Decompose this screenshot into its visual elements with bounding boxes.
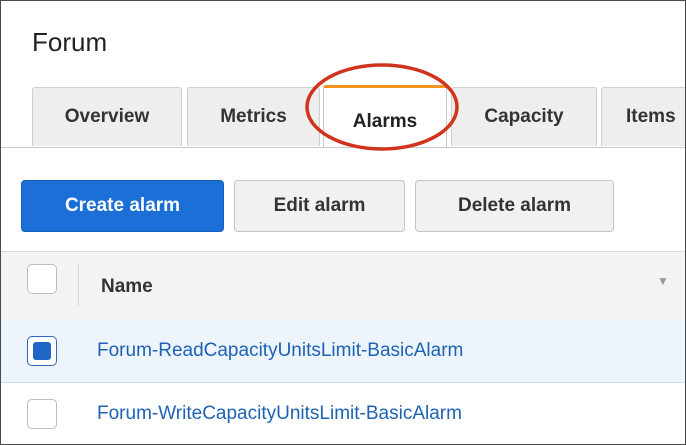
column-divider [78, 264, 79, 306]
table-row[interactable]: Forum-ReadCapacityUnitsLimit-BasicAlarm [1, 320, 685, 383]
page-title: Forum [32, 27, 108, 57]
create-alarm-button[interactable]: Create alarm [21, 180, 224, 232]
dynamodb-table-panel: Forum Overview Metrics Items Capacity Al… [0, 0, 686, 445]
alarm-name-link[interactable]: Forum-WriteCapacityUnitsLimit-BasicAlarm [97, 403, 462, 425]
column-header-name[interactable]: Name [101, 276, 153, 298]
tab-capacity[interactable]: Capacity [451, 87, 597, 146]
sort-caret-icon[interactable]: ▼ [657, 274, 669, 288]
alarm-name-link[interactable]: Forum-ReadCapacityUnitsLimit-BasicAlarm [97, 340, 463, 362]
tab-metrics[interactable]: Metrics [187, 87, 320, 146]
tab-label: Capacity [484, 106, 564, 127]
tab-label: Alarms [352, 110, 418, 132]
tab-overview[interactable]: Overview [32, 87, 182, 146]
tab-items[interactable]: Items [601, 87, 685, 146]
table-row[interactable]: Forum-WriteCapacityUnitsLimit-BasicAlarm [1, 383, 685, 444]
tab-label: Items [626, 106, 676, 127]
tab-label: Overview [64, 106, 150, 127]
tab-label: Metrics [220, 106, 287, 127]
tab-bar: Overview Metrics Items Capacity Alarms [1, 85, 685, 148]
table-header: Name ▼ [1, 251, 685, 321]
delete-alarm-button[interactable]: Delete alarm [415, 180, 614, 232]
tab-alarms[interactable]: Alarms [323, 85, 447, 147]
row-checkbox[interactable] [27, 336, 57, 366]
row-checkbox[interactable] [27, 399, 57, 429]
select-all-checkbox[interactable] [27, 264, 57, 294]
edit-alarm-button[interactable]: Edit alarm [234, 180, 405, 232]
